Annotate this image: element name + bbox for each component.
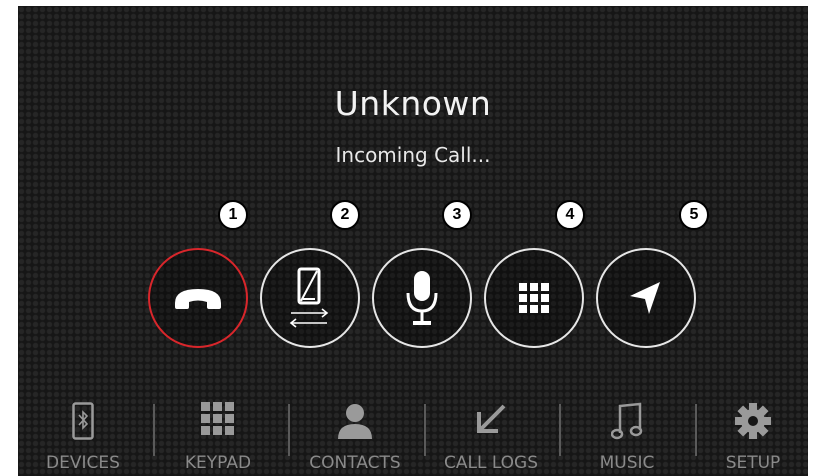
- transfer-to-phone-icon: [289, 267, 329, 328]
- transfer-to-phone-button[interactable]: [260, 248, 360, 348]
- nav-label-call-logs: CALL LOGS: [443, 453, 539, 473]
- nav-label-music: MUSIC: [599, 453, 655, 473]
- navigation-button[interactable]: [596, 248, 696, 348]
- marker-4: 4: [555, 200, 585, 230]
- caller-name: Unknown: [334, 84, 492, 123]
- nav-label-keypad: KEYPAD: [184, 453, 252, 473]
- gear-icon: [735, 403, 771, 439]
- nav-item-music[interactable]: MUSIC: [562, 396, 692, 476]
- marker-2: 2: [330, 200, 360, 230]
- keypad-button[interactable]: [484, 248, 584, 348]
- nav-divider: [559, 404, 561, 456]
- marker-1: 1: [218, 200, 248, 230]
- music-note-icon: [611, 402, 643, 440]
- nav-item-setup[interactable]: SETUP: [688, 396, 808, 476]
- end-call-icon: [175, 289, 221, 309]
- microphone-button[interactable]: [372, 248, 472, 348]
- call-status: Incoming Call...: [335, 143, 491, 167]
- nav-item-contacts[interactable]: CONTACTS: [290, 396, 420, 476]
- nav-item-devices[interactable]: DEVICES: [18, 396, 148, 476]
- nav-label-setup: SETUP: [725, 453, 781, 473]
- keypad-grid-icon: [201, 402, 234, 435]
- nav-item-keypad[interactable]: KEYPAD: [153, 396, 283, 476]
- nav-label-devices: DEVICES: [46, 453, 120, 473]
- nav-label-contacts: CONTACTS: [309, 453, 401, 473]
- marker-5: 5: [679, 200, 709, 230]
- bottom-nav-bar: DEVICES KEYPAD CONTACTS CALL LOGS MUSIC …: [18, 396, 808, 476]
- microphone-icon: [406, 271, 438, 325]
- nav-item-call-logs[interactable]: CALL LOGS: [426, 396, 556, 476]
- call-log-arrow-icon: [477, 404, 506, 433]
- bluetooth-phone-icon: [72, 402, 94, 440]
- person-icon: [338, 404, 372, 439]
- incoming-call-screen: Unknown Incoming Call... 1 2 3 4 5 DEVIC…: [18, 6, 808, 476]
- navigation-arrow-icon: [630, 282, 660, 314]
- end-call-button[interactable]: [148, 248, 248, 348]
- keypad-icon: [519, 283, 549, 313]
- marker-3: 3: [442, 200, 472, 230]
